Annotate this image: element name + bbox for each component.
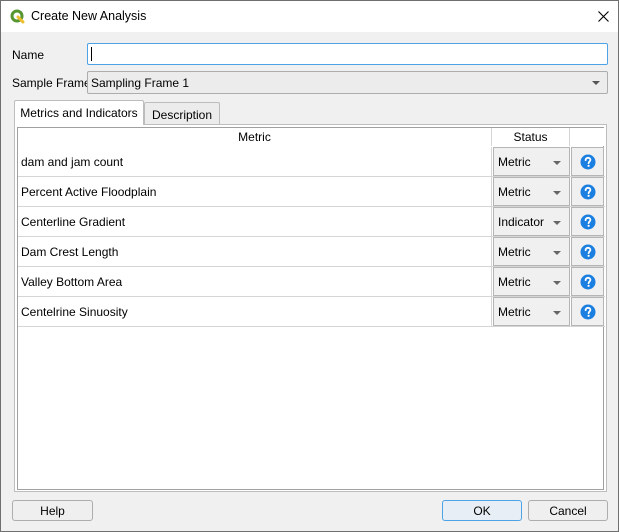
metric-cell[interactable]: Centelrine Sinuosity (18, 297, 492, 326)
tab-metrics-and-indicators[interactable]: Metrics and Indicators (14, 100, 144, 125)
metric-help-button[interactable] (571, 177, 604, 206)
status-value: Metric (498, 185, 531, 199)
chevron-down-icon (553, 251, 561, 255)
metrics-table: Metric Status dam and jam count Metric Per… (17, 127, 605, 490)
table-row[interactable]: Percent Active Floodplain Metric (18, 177, 605, 207)
help-button[interactable]: Help (12, 500, 93, 521)
status-select[interactable]: Metric (493, 177, 570, 206)
question-circle-icon (580, 304, 595, 319)
question-circle-icon (580, 184, 595, 199)
column-header-status[interactable]: Status (492, 128, 570, 146)
table-header: Metric Status (18, 128, 605, 146)
status-value: Metric (498, 155, 531, 169)
chevron-down-icon (553, 281, 561, 285)
create-analysis-dialog: Create New Analysis Name Sample Frame Sa… (0, 0, 619, 532)
cancel-button[interactable]: Cancel (528, 500, 608, 521)
table-row[interactable]: dam and jam count Metric (18, 147, 605, 177)
question-circle-icon (580, 274, 595, 289)
table-row[interactable]: Valley Bottom Area Metric (18, 267, 605, 297)
metrics-tab-pane: Metric Status dam and jam count Metric Per… (14, 124, 607, 492)
title-bar: Create New Analysis (1, 1, 618, 32)
name-input[interactable] (87, 43, 608, 65)
metric-help-button[interactable] (571, 147, 604, 176)
sample-frame-select[interactable]: Sampling Frame 1 (87, 71, 608, 94)
sample-frame-label: Sample Frame (12, 76, 91, 90)
tab-description[interactable]: Description (144, 102, 220, 125)
status-value: Metric (498, 275, 531, 289)
question-circle-icon (580, 214, 595, 229)
metric-help-button[interactable] (571, 237, 604, 266)
close-button[interactable] (588, 1, 618, 31)
metric-help-button[interactable] (571, 267, 604, 296)
table-row[interactable]: Dam Crest Length Metric (18, 237, 605, 267)
window-title: Create New Analysis (31, 9, 147, 23)
sample-frame-value: Sampling Frame 1 (91, 76, 190, 90)
qgis-logo-icon (10, 9, 25, 24)
metric-cell[interactable]: Percent Active Floodplain (18, 177, 492, 206)
status-select[interactable]: Metric (493, 147, 570, 176)
status-select[interactable]: Indicator (493, 207, 570, 236)
chevron-down-icon (553, 191, 561, 195)
chevron-down-icon (592, 81, 600, 85)
name-label: Name (12, 48, 45, 62)
status-value: Metric (498, 305, 531, 319)
chevron-down-icon (553, 311, 561, 315)
status-select[interactable]: Metric (493, 237, 570, 266)
metric-help-button[interactable] (571, 207, 604, 236)
table-row[interactable]: Centerline Gradient Indicator (18, 207, 605, 237)
chevron-down-icon (553, 221, 561, 225)
close-icon (597, 10, 609, 22)
question-circle-icon (580, 244, 595, 259)
metric-cell[interactable]: dam and jam count (18, 147, 492, 176)
metric-cell[interactable]: Dam Crest Length (18, 237, 492, 266)
column-header-metric[interactable]: Metric (18, 128, 492, 146)
metric-cell[interactable]: Valley Bottom Area (18, 267, 492, 296)
status-select[interactable]: Metric (493, 267, 570, 296)
ok-button[interactable]: OK (442, 500, 522, 521)
chevron-down-icon (553, 161, 561, 165)
status-select[interactable]: Metric (493, 297, 570, 326)
table-row[interactable]: Centelrine Sinuosity Metric (18, 297, 605, 327)
column-header-help[interactable] (570, 128, 605, 146)
question-circle-icon (580, 154, 595, 169)
text-caret (91, 47, 92, 61)
status-value: Metric (498, 245, 531, 259)
metric-cell[interactable]: Centerline Gradient (18, 207, 492, 236)
status-value: Indicator (498, 215, 545, 229)
metric-help-button[interactable] (571, 297, 604, 326)
